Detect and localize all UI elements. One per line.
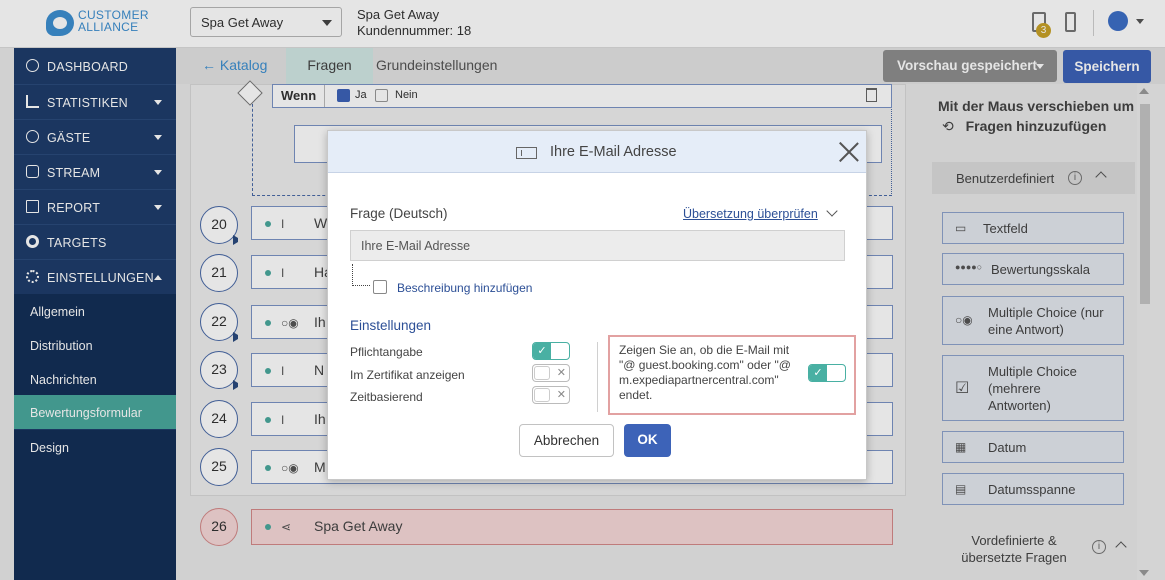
ok-button[interactable]: OK xyxy=(624,424,671,457)
toggle-pflichtangabe[interactable]: ✓ xyxy=(532,342,570,360)
x-icon: ✕ xyxy=(556,389,566,401)
toggle-email-domain[interactable]: ✓ xyxy=(808,364,846,382)
modal-title: Ihre E-Mail Adresse xyxy=(550,144,677,160)
toggle-zertifikat[interactable]: ✕ xyxy=(532,364,570,382)
question-edit-modal: Ihre E-Mail Adresse Frage (Deutsch) Über… xyxy=(327,130,867,480)
add-description-checkbox[interactable] xyxy=(373,280,387,294)
toggle-zeitbasierend[interactable]: ✕ xyxy=(532,386,570,404)
chevron-down-icon[interactable] xyxy=(826,205,838,217)
close-icon[interactable] xyxy=(838,141,860,163)
settings-heading: Einstellungen xyxy=(350,318,432,333)
setting-label-pflichtangabe: Pflichtangabe xyxy=(350,345,423,359)
setting-label-zeitbasierend: Zeitbasierend xyxy=(350,390,423,404)
translation-link[interactable]: Übersetzung überprüfen xyxy=(683,207,818,221)
setting-label-zertifikat: Im Zertifikat anzeigen xyxy=(350,368,465,382)
settings-divider xyxy=(597,342,598,412)
add-description-label[interactable]: Beschreibung hinzufügen xyxy=(397,281,532,295)
email-domain-notice: Zeigen Sie an, ob die E-Mail mit "@ gues… xyxy=(619,343,791,402)
check-icon: ✓ xyxy=(809,365,827,381)
check-icon: ✓ xyxy=(533,343,551,359)
textfield-icon xyxy=(516,147,537,159)
tree-connector xyxy=(352,264,370,286)
question-label: Frage (Deutsch) xyxy=(350,206,448,221)
cancel-button[interactable]: Abbrechen xyxy=(519,424,614,457)
modal-header: Ihre E-Mail Adresse xyxy=(328,131,866,173)
question-input[interactable]: Ihre E-Mail Adresse xyxy=(350,230,845,261)
email-domain-setting: Zeigen Sie an, ob die E-Mail mit "@ gues… xyxy=(608,335,856,415)
x-icon: ✕ xyxy=(556,367,566,379)
